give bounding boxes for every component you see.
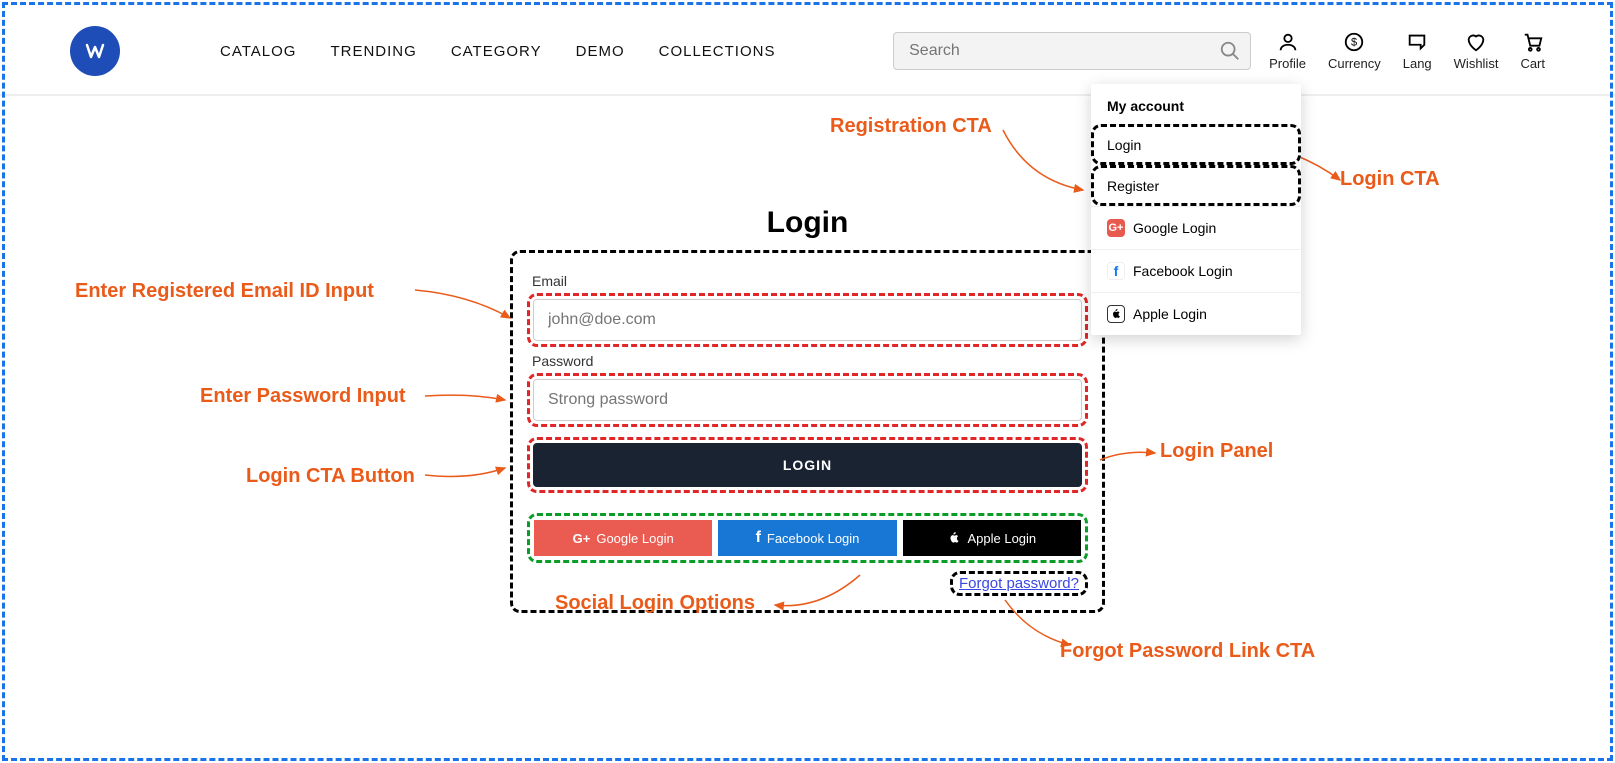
wishlist-icon [1465,31,1487,53]
dropdown-facebook-login[interactable]: f Facebook Login [1091,249,1301,292]
lang-label: Lang [1403,56,1432,71]
dropdown-google-login[interactable]: G+ Google Login [1091,206,1301,249]
search-wrap [893,32,1251,70]
nav-category[interactable]: CATEGORY [451,43,542,60]
social-login-callout-box: G+ Google Login f Facebook Login Apple L… [527,513,1088,563]
password-input-callout-box [527,373,1088,427]
google-plus-icon: G+ [573,531,591,546]
callout-forgot-cta: Forgot Password Link CTA [1060,640,1315,663]
lang-link[interactable]: Lang [1403,31,1432,71]
dropdown-apple-label: Apple Login [1133,306,1207,322]
dropdown-title: My account [1091,84,1301,124]
apple-icon [1107,305,1125,323]
email-input[interactable] [533,299,1082,341]
dropdown-google-label: Google Login [1133,220,1216,236]
main-nav: CATALOG TRENDING CATEGORY DEMO COLLECTIO… [220,43,775,60]
top-header: CATALOG TRENDING CATEGORY DEMO COLLECTIO… [0,0,1615,96]
cart-label: Cart [1520,56,1545,71]
callout-login-cta: Login CTA [1340,168,1440,191]
dropdown-login[interactable]: Login [1091,124,1301,165]
account-dropdown: My account Login Register G+ Google Logi… [1091,84,1301,335]
nav-collections[interactable]: COLLECTIONS [659,43,776,60]
google-login-label: Google Login [596,531,673,546]
lang-icon [1406,31,1428,53]
callout-login-panel: Login Panel [1160,440,1273,463]
password-label: Password [532,353,1088,369]
arrow-registration [998,120,1098,200]
wishlist-link[interactable]: Wishlist [1454,31,1499,71]
currency-icon: $ [1343,31,1365,53]
profile-label: Profile [1269,56,1306,71]
dropdown-facebook-label: Facebook Login [1133,263,1233,279]
main-content: Login Email Password LOGIN G+ Google Log… [0,206,1615,613]
apple-icon [947,531,961,545]
email-label: Email [532,273,1088,289]
dropdown-register[interactable]: Register [1091,165,1301,206]
callout-registration-cta: Registration CTA [830,115,992,138]
login-button[interactable]: LOGIN [533,443,1082,487]
search-icon[interactable] [1219,40,1241,67]
password-input[interactable] [533,379,1082,421]
callout-social-options: Social Login Options [555,592,755,615]
nav-demo[interactable]: DEMO [576,43,625,60]
callout-login-button: Login CTA Button [246,465,415,488]
login-button-callout-box: LOGIN [527,437,1088,493]
svg-text:$: $ [1351,37,1357,49]
currency-link[interactable]: $ Currency [1328,31,1381,71]
callout-email-input: Enter Registered Email ID Input [75,280,374,303]
apple-login-label: Apple Login [967,531,1036,546]
email-input-callout-box [527,293,1088,347]
forgot-password-link[interactable]: Forgot password? [950,571,1088,596]
facebook-icon: f [756,529,761,547]
login-panel: Email Password LOGIN G+ Google Login f F… [510,250,1105,613]
brand-logo[interactable] [70,26,120,76]
apple-login-button[interactable]: Apple Login [903,520,1081,556]
nav-trending[interactable]: TRENDING [330,43,416,60]
cart-icon [1522,31,1544,53]
google-plus-icon: G+ [1107,219,1125,237]
social-login-row: G+ Google Login f Facebook Login Apple L… [534,520,1081,556]
login-page-title: Login [0,206,1615,240]
currency-label: Currency [1328,56,1381,71]
wishlist-label: Wishlist [1454,56,1499,71]
facebook-login-label: Facebook Login [767,531,860,546]
profile-icon [1277,31,1299,53]
header-right: Profile $ Currency Lang Wishlist Cart [893,31,1545,71]
nav-catalog[interactable]: CATALOG [220,43,296,60]
header-icons: Profile $ Currency Lang Wishlist Cart [1269,31,1545,71]
cart-link[interactable]: Cart [1520,31,1545,71]
profile-link[interactable]: Profile [1269,31,1306,71]
google-login-button[interactable]: G+ Google Login [534,520,712,556]
facebook-login-button[interactable]: f Facebook Login [718,520,896,556]
dropdown-apple-login[interactable]: Apple Login [1091,292,1301,335]
search-input[interactable] [893,32,1251,70]
callout-password-input: Enter Password Input [200,385,406,408]
facebook-icon: f [1107,262,1125,280]
